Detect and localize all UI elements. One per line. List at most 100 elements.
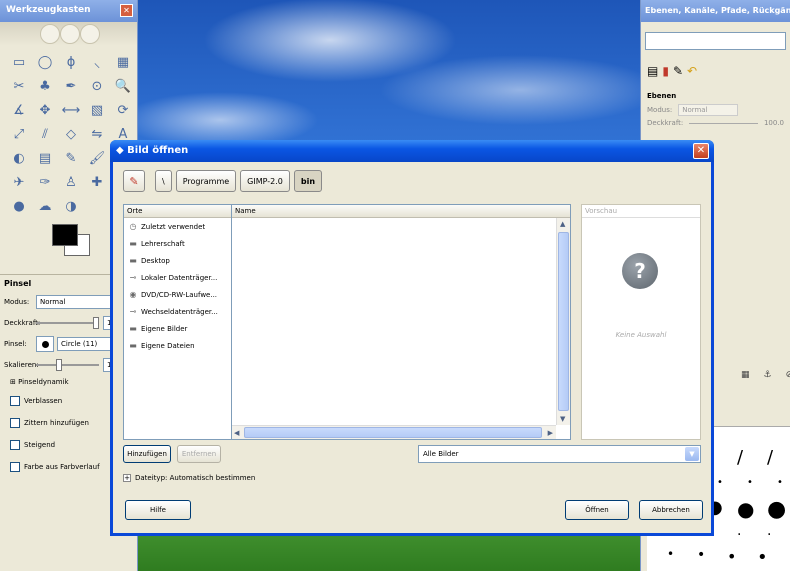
brush-name[interactable]: Circle (11)	[57, 337, 113, 351]
scroll-up-icon[interactable]: ▲	[560, 220, 565, 228]
brush-preview-icon[interactable]: •	[757, 547, 768, 568]
duplicate-layer-icon[interactable]: ▦	[741, 370, 750, 380]
places-item[interactable]: ▬ Lehrerschaft	[124, 235, 232, 252]
expander-icon[interactable]: +	[123, 474, 131, 482]
foreground-select-icon[interactable]: ♣	[34, 76, 56, 96]
perspective-icon[interactable]: ◇	[60, 124, 82, 144]
places-item[interactable]: ⊸ Lokaler Datenträger...	[124, 269, 232, 286]
paths-icon[interactable]: ✒	[60, 76, 82, 96]
convolve-icon[interactable]: ●	[8, 196, 30, 216]
move-icon[interactable]: ✥	[34, 100, 56, 120]
brush-preview-icon[interactable]: /	[737, 447, 743, 468]
file-list[interactable]	[232, 218, 556, 425]
rect-select-icon[interactable]: ▭	[8, 52, 30, 72]
dodge-burn-icon[interactable]: ◑	[60, 196, 82, 216]
zoom-icon[interactable]: 🔍	[112, 76, 134, 96]
layer-opacity-slider[interactable]	[689, 122, 758, 124]
tab-channels-icon[interactable]: ▮	[662, 64, 669, 82]
dock-title[interactable]: Ebenen, Kanäle, Pfade, Rückgäng...	[641, 0, 790, 22]
airbrush-icon[interactable]: ✈	[8, 172, 30, 192]
checkbox-box[interactable]	[10, 462, 20, 472]
rotate-icon[interactable]: ⟳	[112, 100, 134, 120]
opacity-slider[interactable]	[36, 317, 99, 329]
file-filter-select[interactable]: Alle Bilder ▼	[418, 445, 701, 463]
add-bookmark-button[interactable]: Hinzufügen	[123, 445, 171, 463]
pencil-icon[interactable]: ✎	[60, 148, 82, 168]
crop-icon[interactable]: ▧	[86, 100, 108, 120]
remove-bookmark-button[interactable]: Entfernen	[177, 445, 221, 463]
bucket-fill-icon[interactable]: ◐	[8, 148, 30, 168]
checkbox-box[interactable]	[10, 440, 20, 450]
tab-layers-icon[interactable]: ▤	[647, 64, 658, 82]
flip-icon[interactable]: ⇋	[86, 124, 108, 144]
brush-preview[interactable]	[36, 336, 54, 352]
layer-opacity-value[interactable]: 100.0	[764, 119, 784, 127]
vertical-scrollbar[interactable]: ▲ ▼	[556, 218, 570, 425]
path-button-bin[interactable]: bin	[293, 170, 323, 192]
anchor-icon[interactable]: ⚓	[764, 370, 772, 380]
brush-preview-icon[interactable]: •	[717, 477, 723, 488]
brush-preview-icon[interactable]: •	[697, 547, 705, 563]
checkbox-box[interactable]	[10, 418, 20, 428]
smudge-icon[interactable]: ☁	[34, 196, 56, 216]
places-item[interactable]: ▬ Desktop	[124, 252, 232, 269]
tab-undo-icon[interactable]: ↶	[687, 64, 697, 82]
tab-paths-icon[interactable]: ✎	[673, 64, 683, 82]
name-column-header[interactable]: Name	[232, 205, 570, 218]
cancel-button[interactable]: Abbrechen	[639, 500, 703, 520]
image-select[interactable]	[645, 32, 786, 50]
places-item[interactable]: ▬ Eigene Dateien	[124, 337, 232, 354]
places-item[interactable]: ◉ DVD/CD-RW-Laufwe...	[124, 286, 232, 303]
brush-preview-icon[interactable]: ●	[737, 497, 754, 521]
file-type-expander[interactable]: + Dateityp: Automatisch bestimmen	[123, 474, 255, 482]
path-root-button[interactable]: \	[155, 170, 172, 192]
scroll-left-icon[interactable]: ◀	[234, 429, 239, 437]
brush-preview-icon[interactable]: ·	[737, 527, 741, 543]
chevron-down-icon[interactable]: ▼	[685, 447, 699, 461]
help-button[interactable]: Hilfe	[125, 500, 191, 520]
scissors-icon[interactable]: ✂	[8, 76, 30, 96]
close-icon[interactable]: ✕	[693, 143, 709, 159]
color-select-icon[interactable]: ▦	[112, 52, 134, 72]
scale-icon[interactable]: ⤢	[8, 124, 30, 144]
edit-location-icon[interactable]: ✎	[123, 170, 145, 192]
ink-icon[interactable]: ✑	[34, 172, 56, 192]
checkbox-box[interactable]	[10, 396, 20, 406]
paintbrush-icon[interactable]: 🖌	[86, 148, 108, 168]
horizontal-scrollbar[interactable]: ◀ ▶	[232, 425, 556, 439]
path-button-gimp[interactable]: GIMP-2.0	[240, 170, 290, 192]
lasso-icon[interactable]: ϕ	[60, 52, 82, 72]
blend-icon[interactable]: ▤	[34, 148, 56, 168]
path-button-programme[interactable]: Programme	[175, 170, 237, 192]
brush-preview-icon[interactable]: •	[667, 547, 674, 561]
clone-icon[interactable]: ♙	[60, 172, 82, 192]
dialog-titlebar[interactable]: ◆ Bild öffnen ✕	[110, 140, 714, 162]
fuzzy-select-icon[interactable]: ⸜	[86, 52, 108, 72]
places-item[interactable]: ⊸ Wechseldatenträger...	[124, 303, 232, 320]
close-icon[interactable]: ✕	[120, 4, 133, 17]
measure-icon[interactable]: ∡	[8, 100, 30, 120]
scroll-down-icon[interactable]: ▼	[560, 415, 565, 423]
heal-icon[interactable]: ✚	[86, 172, 108, 192]
scrollbar-thumb[interactable]	[558, 232, 569, 411]
brush-preview-icon[interactable]: /	[767, 447, 773, 468]
ellipse-select-icon[interactable]: ◯	[34, 52, 56, 72]
align-icon[interactable]: ⟷	[60, 100, 82, 120]
brush-preview-icon[interactable]: ●	[767, 497, 786, 522]
brush-preview-icon[interactable]: •	[727, 547, 736, 566]
brush-preview-icon[interactable]: •	[747, 477, 753, 488]
toolbox-titlebar[interactable]: Werkzeugkasten ✕	[0, 0, 137, 22]
brush-preview-icon[interactable]: ·	[767, 527, 771, 543]
shear-icon[interactable]: ⫽	[34, 124, 56, 144]
open-button[interactable]: Öffnen	[565, 500, 629, 520]
color-picker-icon[interactable]: ⊙	[86, 76, 108, 96]
brush-preview-icon[interactable]: •	[777, 477, 783, 488]
delete-layer-icon[interactable]: ⊘	[786, 370, 790, 380]
scale-slider[interactable]	[36, 359, 99, 371]
scroll-right-icon[interactable]: ▶	[548, 429, 553, 437]
scrollbar-thumb[interactable]	[244, 427, 542, 438]
layer-mode-select[interactable]: Normal	[678, 104, 739, 116]
places-item[interactable]: ◷ Zuletzt verwendet	[124, 218, 232, 235]
places-item[interactable]: ▬ Eigene Bilder	[124, 320, 232, 337]
foreground-color-swatch[interactable]	[52, 224, 78, 246]
